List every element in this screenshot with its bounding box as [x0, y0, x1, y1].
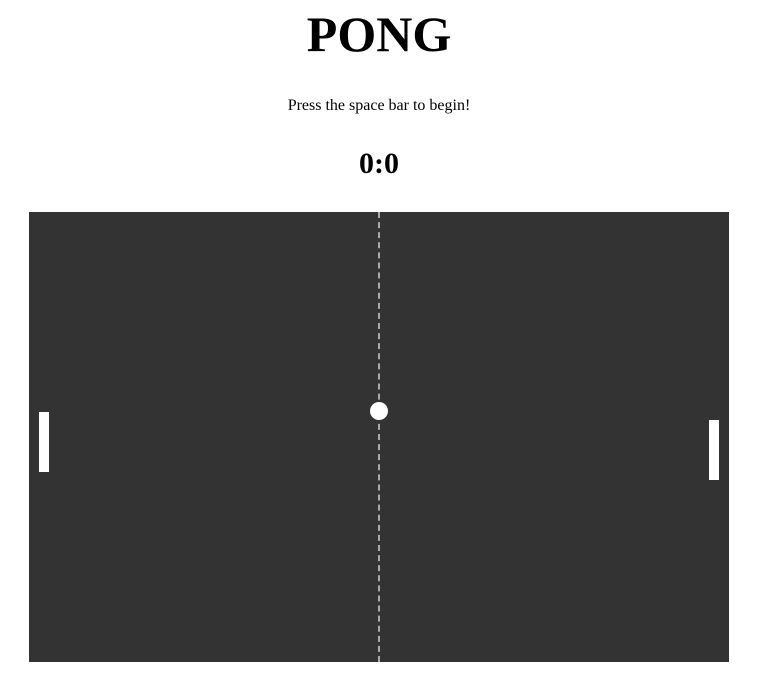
left-paddle — [39, 412, 49, 472]
right-paddle — [709, 420, 719, 480]
start-instructions: Press the space bar to begin! — [287, 97, 471, 114]
center-net — [378, 212, 380, 662]
scoreboard: 0:0 — [359, 147, 399, 180]
game-court[interactable] — [29, 212, 729, 662]
game-title: PONG — [306, 6, 452, 62]
ball — [370, 402, 388, 420]
